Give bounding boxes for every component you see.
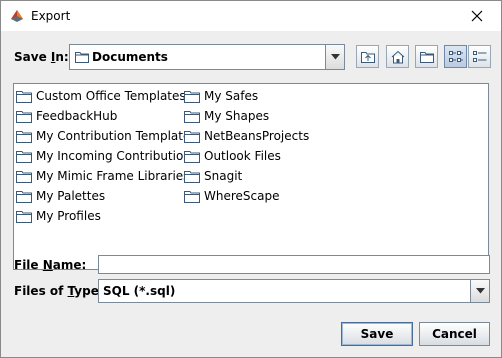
save-in-value: Documents <box>92 50 168 64</box>
folder-icon <box>184 90 200 103</box>
folder-icon <box>16 90 32 103</box>
list-item-label: WhereScape <box>204 189 280 203</box>
folder-icon <box>184 190 200 203</box>
list-item[interactable]: NetBeansProjects <box>184 126 309 146</box>
list-item[interactable]: My Mimic Frame Libraries <box>16 166 197 186</box>
save-in-dropdown-arrow[interactable] <box>325 45 344 69</box>
folder-icon <box>184 150 200 163</box>
folder-icon <box>16 190 32 203</box>
details-view-button[interactable] <box>468 45 491 68</box>
list-item-label: Snagit <box>204 169 243 183</box>
list-item[interactable]: WhereScape <box>184 186 309 206</box>
list-item[interactable]: My Incoming Contributions <box>16 146 197 166</box>
list-item[interactable]: My Safes <box>184 86 309 106</box>
new-folder-button[interactable] <box>415 45 438 68</box>
export-dialog: Export Save In: Documents Custom Office … <box>0 0 502 358</box>
list-item[interactable]: My Palettes <box>16 186 197 206</box>
folder-icon <box>184 110 200 123</box>
list-item[interactable]: My Contribution Templates <box>16 126 197 146</box>
close-icon <box>471 10 483 22</box>
list-item-label: FeedbackHub <box>36 109 118 123</box>
list-item-label: My Shapes <box>204 109 270 123</box>
file-name-input[interactable] <box>98 255 490 274</box>
list-item-label: My Safes <box>204 89 259 103</box>
list-item[interactable]: Snagit <box>184 166 309 186</box>
list-item-label: Custom Office Templates <box>36 89 186 103</box>
save-button[interactable]: Save <box>341 322 413 346</box>
folder-icon <box>16 110 32 123</box>
dialog-content: Save In: Documents Custom Office Templat… <box>1 31 501 357</box>
list-view-icon <box>449 51 463 62</box>
file-name-label: File Name: <box>14 258 87 272</box>
file-list-column-2: My Safes My Shapes NetBeansProjects Outl… <box>184 86 309 206</box>
list-item-label: My Contribution Templates <box>36 129 197 143</box>
chevron-down-icon <box>475 288 485 294</box>
file-list[interactable]: Custom Office Templates FeedbackHub My C… <box>13 83 489 270</box>
list-item[interactable]: My Shapes <box>184 106 309 126</box>
folder-icon <box>16 210 32 223</box>
files-of-type-value: SQL (*.sql) <box>103 284 176 298</box>
save-in-combobox[interactable]: Documents <box>69 44 345 70</box>
list-item-label: NetBeansProjects <box>204 129 310 143</box>
list-view-button[interactable] <box>444 45 467 68</box>
window-title: Export <box>31 9 71 23</box>
save-in-label: Save In: <box>14 50 69 64</box>
cancel-button[interactable]: Cancel <box>419 322 490 346</box>
home-icon <box>391 50 405 64</box>
list-item[interactable]: Outlook Files <box>184 146 309 166</box>
new-folder-icon <box>420 52 434 63</box>
list-item[interactable]: FeedbackHub <box>16 106 197 126</box>
list-item[interactable]: My Profiles <box>16 206 197 226</box>
files-of-type-label: Files of Type: <box>14 284 104 298</box>
app-logo-icon <box>9 8 25 24</box>
close-button[interactable] <box>454 1 500 31</box>
title-bar: Export <box>1 1 501 31</box>
folder-icon <box>184 130 200 143</box>
folder-icon <box>16 170 32 183</box>
list-item-label: My Profiles <box>36 209 101 223</box>
details-view-icon <box>473 51 487 62</box>
files-of-type-dropdown-arrow[interactable] <box>470 280 489 302</box>
folder-icon <box>16 150 32 163</box>
file-list-column-1: Custom Office Templates FeedbackHub My C… <box>16 86 197 226</box>
list-item-label: My Incoming Contributions <box>36 149 198 163</box>
folder-icon <box>184 170 200 183</box>
folder-icon <box>75 52 89 63</box>
list-item-label: My Mimic Frame Libraries <box>36 169 190 183</box>
chevron-down-icon <box>330 54 340 60</box>
files-of-type-combobox[interactable]: SQL (*.sql) <box>98 279 490 303</box>
folder-icon <box>16 130 32 143</box>
home-button[interactable] <box>386 45 409 68</box>
list-item[interactable]: Custom Office Templates <box>16 86 197 106</box>
up-one-level-icon <box>361 52 375 63</box>
list-item-label: Outlook Files <box>204 149 281 163</box>
list-item-label: My Palettes <box>36 189 106 203</box>
up-one-level-button[interactable] <box>356 45 379 68</box>
